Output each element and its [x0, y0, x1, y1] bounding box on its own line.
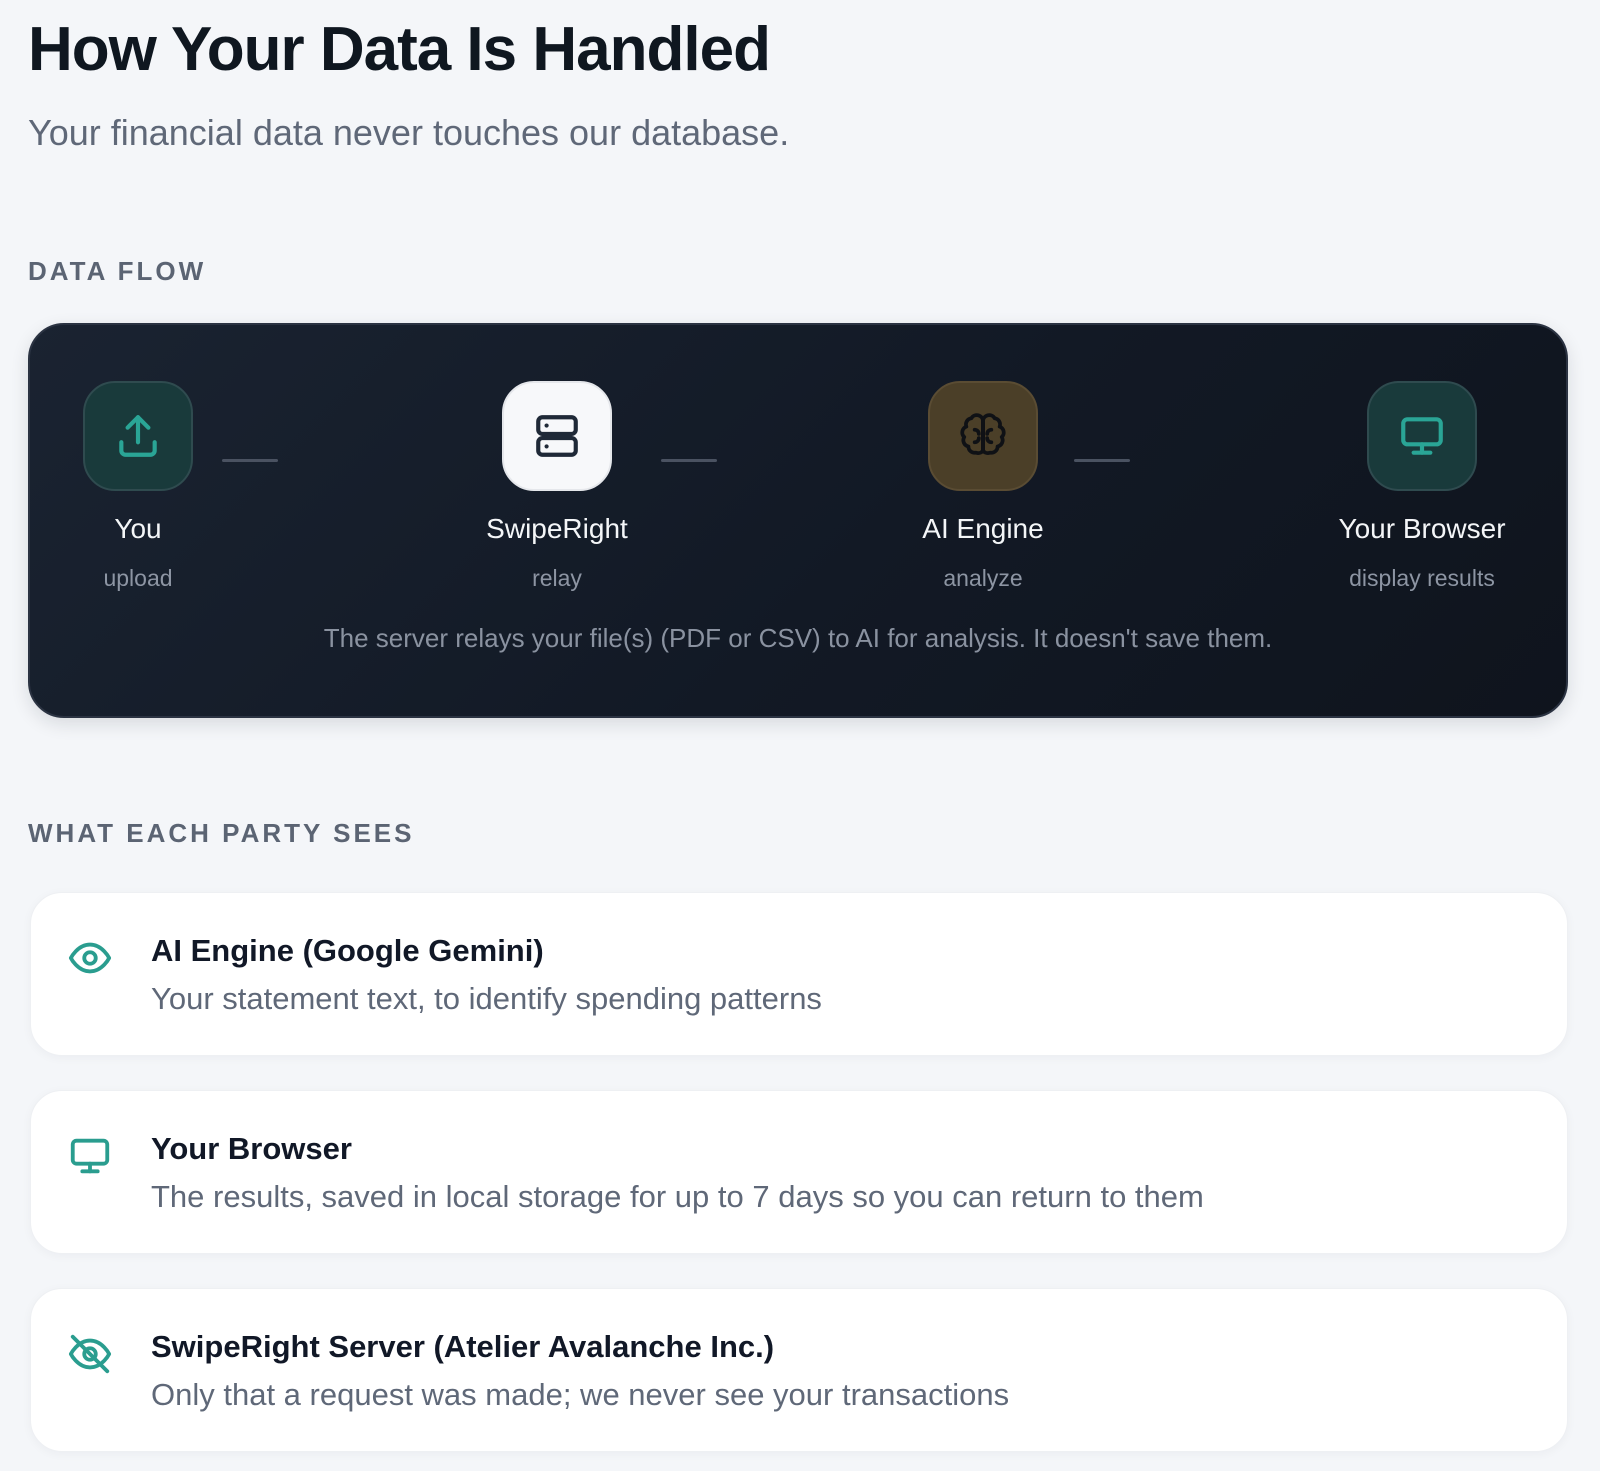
eye-off-icon [67, 1331, 113, 1377]
party-title: SwipeRight Server (Atelier Avalanche Inc… [151, 1329, 775, 1364]
data-flow-label: DATA FLOW [28, 256, 207, 286]
flow-connector [222, 459, 278, 462]
party-card-ai-engine: AI Engine (Google Gemini) Your statement… [30, 892, 1568, 1056]
party-description: Your statement text, to identify spendin… [151, 981, 822, 1016]
flow-connector [1074, 459, 1130, 462]
monitor-icon [1367, 381, 1477, 491]
server-icon [502, 381, 612, 491]
party-card-swiperight-server: SwipeRight Server (Atelier Avalanche Inc… [30, 1288, 1568, 1452]
flow-node-sub: analyze [943, 565, 1023, 591]
flow-node-sub: upload [103, 565, 173, 591]
flow-node-swiperight: SwipeRight relay [427, 381, 687, 592]
flow-node-you: You upload [8, 381, 268, 592]
upload-icon [83, 381, 193, 491]
flow-connector [661, 459, 717, 462]
flow-node-name: SwipeRight [486, 513, 628, 544]
party-title: AI Engine (Google Gemini) [151, 933, 544, 968]
monitor-icon [67, 1133, 113, 1179]
flow-node-name: Your Browser [1338, 513, 1506, 544]
party-card-your-browser: Your Browser The results, saved in local… [30, 1090, 1568, 1254]
flow-node-sub: relay [532, 565, 582, 591]
page-subtitle: Your financial data never touches our da… [28, 112, 790, 153]
flow-node-sub: display results [1349, 565, 1495, 591]
party-title: Your Browser [151, 1131, 352, 1166]
flow-caption: The server relays your file(s) (PDF or C… [323, 623, 1273, 653]
brain-icon [928, 381, 1038, 491]
data-flow-card: You upload SwipeRight relay AI Engine an… [28, 323, 1568, 718]
party-description: The results, saved in local storage for … [151, 1179, 1204, 1214]
page: How Your Data Is Handled Your financial … [0, 0, 1600, 1471]
flow-node-your-browser: Your Browser display results [1292, 381, 1552, 592]
flow-node-name: AI Engine [922, 513, 1044, 544]
flow-node-name: You [114, 513, 162, 544]
flow-node-ai-engine: AI Engine analyze [853, 381, 1113, 592]
page-title: How Your Data Is Handled [28, 15, 771, 84]
party-description: Only that a request was made; we never s… [151, 1377, 1010, 1412]
eye-icon [67, 935, 113, 981]
party-section-label: WHAT EACH PARTY SEES [28, 818, 415, 848]
